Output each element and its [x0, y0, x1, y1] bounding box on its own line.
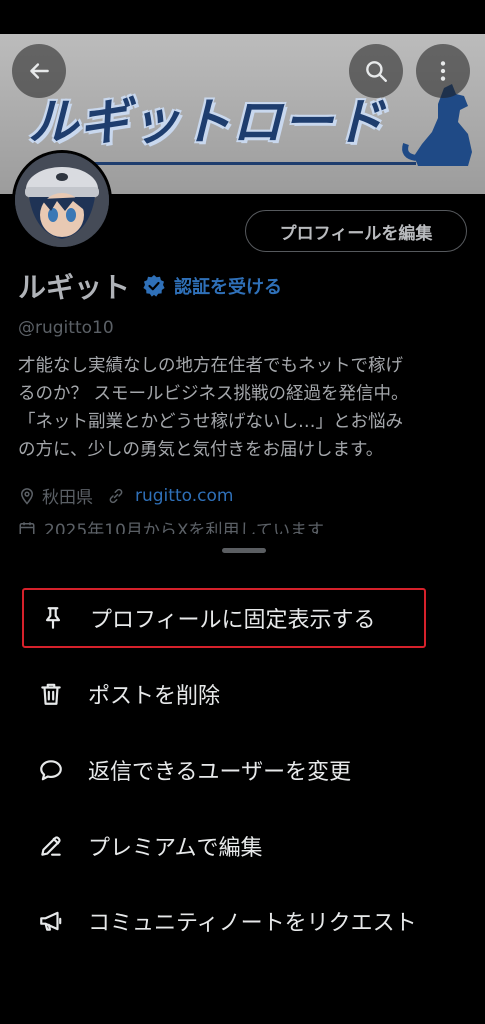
profile-meta-location-website: 秋田県 rugitto.com	[18, 483, 233, 508]
sheet-drag-handle[interactable]	[222, 548, 266, 553]
bio-line: るのか？ スモールビジネス挑戦の経過を発信中。	[18, 384, 409, 404]
menu-item-edit-with-premium[interactable]: プレミアムで編集	[22, 816, 426, 876]
arrow-left-icon	[30, 63, 49, 79]
bio-line: 才能なし実績なしの地方在住者でもネットで稼げ	[18, 356, 403, 376]
more-button[interactable]	[416, 44, 470, 98]
menu-item-label: ポストを削除	[88, 684, 221, 709]
reply-bubble-icon	[36, 755, 66, 785]
bio: 才能なし実績なしの地方在住者でもネットで稼げ るのか？ スモールビジネス挑戦の経…	[18, 352, 473, 464]
search-button[interactable]	[349, 44, 403, 98]
link-icon	[109, 488, 123, 503]
menu-item-pin-to-profile[interactable]: プロフィールに固定表示する	[22, 588, 426, 648]
location-text: 秋田県	[42, 488, 93, 508]
avatar[interactable]	[12, 150, 112, 250]
back-button[interactable]	[12, 44, 66, 98]
menu-item-request-community-note[interactable]: コミュニティノートをリクエスト	[22, 891, 426, 951]
website-link[interactable]: rugitto.com	[135, 486, 233, 506]
bio-line: 「ネット副業とかどうせ稼げないし…」とお悩み	[18, 412, 403, 432]
pencil-icon	[36, 831, 66, 861]
trash-icon	[36, 679, 66, 709]
display-name: ルギット	[18, 271, 131, 304]
search-icon	[366, 61, 387, 82]
avatar-illustration	[15, 153, 109, 247]
menu-item-label: コミュニティノートをリクエスト	[88, 911, 417, 936]
menu-item-change-reply-audience[interactable]: 返信できるユーザーを変更	[22, 740, 426, 800]
more-vertical-icon	[440, 61, 446, 81]
edit-profile-button[interactable]: プロフィールを編集	[245, 210, 467, 252]
status-bar	[0, 0, 485, 34]
user-handle: @rugitto10	[18, 318, 114, 338]
verified-badge-icon	[143, 275, 165, 297]
get-verified-link[interactable]: 認証を受ける	[174, 273, 282, 299]
menu-item-label: プレミアムで編集	[88, 836, 263, 861]
megaphone-icon	[36, 906, 66, 936]
location-pin-icon	[20, 487, 34, 505]
name-row: ルギット 認証を受ける	[18, 266, 282, 306]
menu-item-label: プロフィールに固定表示する	[90, 608, 376, 633]
menu-item-label: 返信できるユーザーを変更	[88, 760, 352, 785]
pin-icon	[38, 603, 68, 633]
menu-item-delete-post[interactable]: ポストを削除	[22, 664, 426, 724]
banner-title: ルギットロード	[28, 93, 385, 151]
bio-line: の方に、少しの勇気と気付きをお届けします。	[18, 440, 384, 460]
